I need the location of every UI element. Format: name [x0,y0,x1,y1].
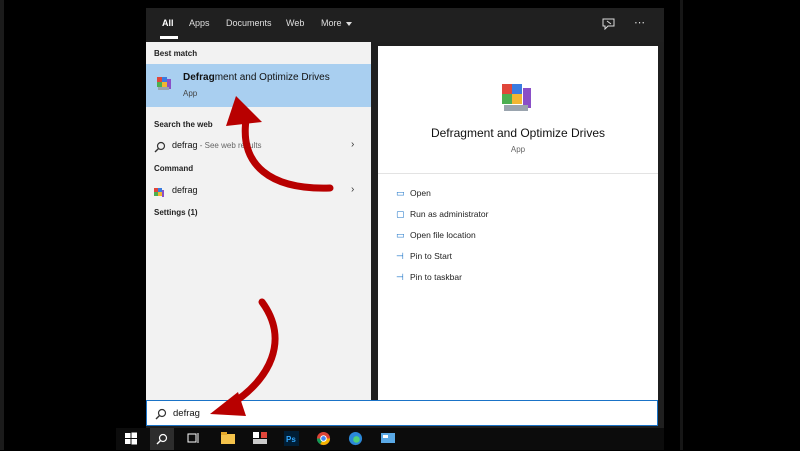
tab-apps[interactable]: Apps [189,18,210,28]
best-match-subtitle: App [183,89,198,98]
defrag-app-icon [155,74,173,92]
active-tab-indicator [160,36,178,39]
action-pin-to-taskbar[interactable]: ⊣ Pin to taskbar [396,272,462,283]
section-settings[interactable]: Settings (1) [154,208,198,217]
tab-more[interactable]: More [321,18,352,28]
best-match-title-bold: Defrag [183,72,215,83]
start-menu-panel: All Apps Documents Web More ⋯ Best match [146,8,664,428]
open-icon: ▭ [396,188,405,198]
taskbar-search-icon[interactable] [150,428,174,450]
chrome-icon[interactable] [316,431,332,447]
action-open-file-location[interactable]: ▭ Open file location [396,230,476,241]
preview-title: Defragment and Optimize Drives [430,126,606,140]
folder-icon: ▭ [396,230,405,240]
tab-more-label: More [321,18,342,28]
command-result-label: defrag [172,185,198,195]
search-icon [155,407,167,425]
shield-icon: ▢ [396,209,405,219]
chevron-down-icon [345,21,352,26]
search-icon [154,140,166,158]
task-view-icon[interactable] [186,431,202,447]
tab-documents[interactable]: Documents [226,18,272,28]
edge-icon[interactable] [348,431,364,447]
taskbar: Ps [116,428,664,450]
section-best-match: Best match [154,49,198,58]
action-open-file-location-label: Open file location [410,230,476,240]
action-run-as-admin-label: Run as administrator [410,209,489,219]
action-open-label: Open [410,188,431,198]
app-icon[interactable] [252,431,268,447]
file-explorer-icon[interactable] [220,431,236,447]
tab-web[interactable]: Web [286,18,304,28]
action-pin-to-taskbar-label: Pin to taskbar [410,272,462,282]
defrag-large-icon [498,78,536,116]
preview-subtitle: App [510,145,526,154]
search-tabs-bar: All Apps Documents Web More ⋯ [146,8,664,42]
windows-start-icon[interactable] [124,431,140,447]
web-result-suffix: - See web results [197,141,262,150]
chevron-right-icon[interactable]: › [351,184,354,195]
web-result-query: defrag [172,140,198,150]
action-pin-to-start[interactable]: ⊣ Pin to Start [396,251,452,262]
results-list: Best match Defragment and Optimize Drive… [146,42,371,408]
right-edge-bar [680,0,683,450]
pin-icon: ⊣ [396,272,404,282]
section-search-web: Search the web [154,120,213,129]
defrag-command-icon [153,185,165,203]
preview-pane: Defragment and Optimize Drives App ▭ Open… [378,46,658,408]
section-command: Command [154,164,194,173]
web-result-text: defrag - See web results [172,140,262,150]
feedback-icon[interactable] [602,18,616,33]
photoshop-icon[interactable]: Ps [284,431,300,447]
ellipsis-icon[interactable]: ⋯ [634,16,645,29]
divider [378,173,658,174]
search-input-value: defrag [173,408,200,419]
action-run-as-admin[interactable]: ▢ Run as administrator [396,209,488,220]
tab-all[interactable]: All [162,18,174,28]
left-edge-bar [0,0,4,450]
web-result-row[interactable]: defrag - See web results › [146,135,371,157]
pin-icon: ⊣ [396,251,404,261]
command-result-row[interactable]: defrag › [146,180,371,202]
best-match-item[interactable]: Defragment and Optimize Drives App [146,64,371,107]
svg-text:Ps: Ps [286,435,296,444]
best-match-title: Defragment and Optimize Drives [183,72,330,83]
app-window-icon[interactable] [380,431,396,447]
search-input[interactable]: defrag [146,400,658,426]
action-open[interactable]: ▭ Open [396,188,431,199]
action-pin-to-start-label: Pin to Start [410,251,453,261]
chevron-right-icon[interactable]: › [351,139,354,150]
best-match-title-rest: ment and Optimize Drives [214,72,330,83]
